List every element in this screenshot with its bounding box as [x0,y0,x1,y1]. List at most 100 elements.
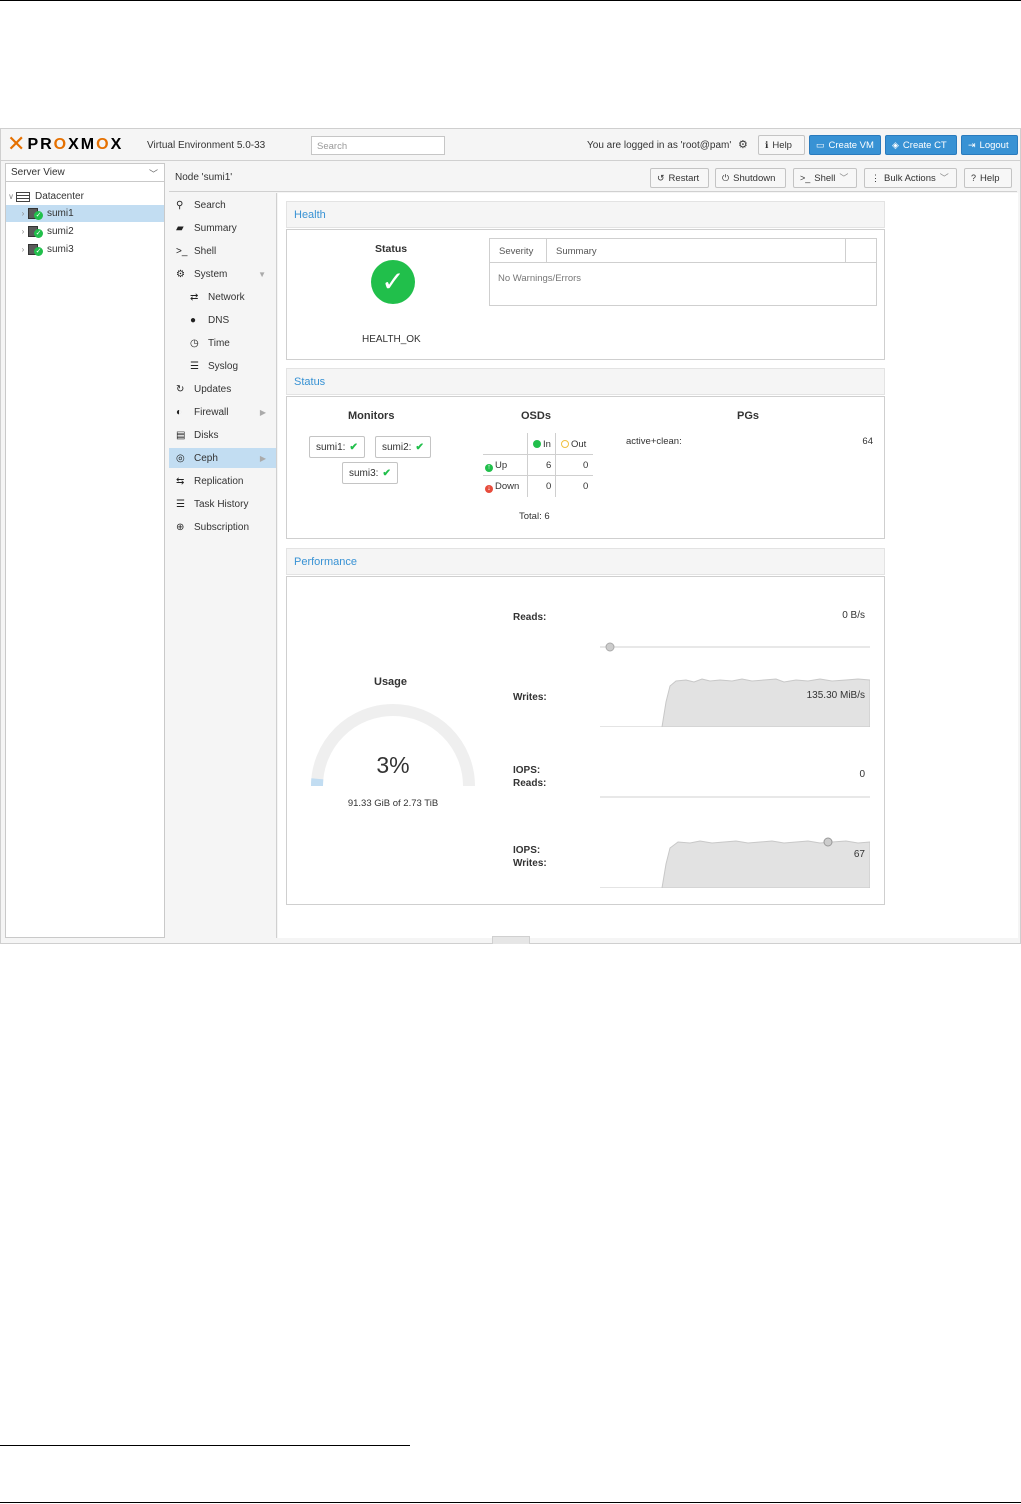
bulk-actions-button[interactable]: ⋮ Bulk Actions ﹀ [864,168,957,188]
pgs-label: PGs [737,410,760,422]
monitor-sumi1[interactable]: sumi1: ✔ [309,436,365,458]
proxmox-window: ✕ PROXMOX Virtual Environment 5.0-33 Sea… [0,128,1021,944]
osd-down-out: 0 [583,481,589,492]
arrow-up-circle-icon: ↑ [485,464,493,472]
undo-icon: ↺ [657,172,665,183]
health-panel: Status ✓ HEALTH_OK Severity Summary No W… [286,229,885,360]
search-icon: ⚲ [176,199,184,211]
cube-icon: ◈ [892,139,899,150]
help-button[interactable]: ℹ Help [758,135,805,155]
iops-writes-label: IOPS: Writes: [513,845,547,869]
expand-icon[interactable]: › [18,209,28,218]
nav-search[interactable]: ⚲ Search [169,195,276,215]
monitor-sumi2[interactable]: sumi2: ✔ [375,436,431,458]
collapse-icon[interactable]: ▼ [258,270,266,279]
node-title: Node 'sumi1' [175,172,233,183]
nav-task-history[interactable]: ☰ Task History [169,494,276,514]
gear-icon[interactable]: ⚙ [738,138,748,151]
expand-icon[interactable]: ▶ [260,408,266,417]
nav-updates[interactable]: ↻ Updates [169,379,276,399]
node-online-icon: ✓ [28,208,43,220]
restart-button[interactable]: ↺ Restart [650,168,709,188]
iops-writes-sparkline [600,837,870,888]
nav-firewall[interactable]: ◐ Firewall ▶ [169,402,276,422]
create-vm-button[interactable]: ▭ Create VM [809,135,881,155]
logout-button[interactable]: ⇥ Logout [961,135,1018,155]
arrow-down-circle-icon: ↓ [485,485,493,493]
tree-item-datacenter[interactable]: ∨ Datacenter [6,188,164,205]
expand-icon[interactable]: › [18,245,28,254]
list-icon: ☰ [176,498,185,510]
datacenter-icon [16,191,30,202]
node-online-icon: ✓ [28,226,43,238]
node-toolbar: Node 'sumi1' ↺ Restart ⏻ Shutdown >_ Shell ﹀… [169,163,1017,192]
shutdown-button[interactable]: ⏻ Shutdown [715,168,786,188]
usage-label: Usage [374,676,408,688]
create-ct-button[interactable]: ◈ Create CT [885,135,957,155]
health-warnings-grid: Severity Summary No Warnings/Errors [489,238,877,306]
usage-detail: 91.33 GiB of 2.73 TiB [347,798,439,809]
question-icon: ? [971,172,977,183]
reads-label: Reads: [513,612,547,623]
splitter-handle[interactable] [492,936,530,944]
check-icon: ✔ [349,442,358,453]
nav-ceph[interactable]: ◎ Ceph ▶ [169,448,276,468]
logo-wordmark: PROXMOX [27,136,124,153]
expand-icon[interactable]: › [18,227,28,236]
shield-icon: ◐ [176,406,183,418]
tree-item-sumi3[interactable]: › ✓ sumi3 [6,241,164,258]
usage-percent: 3% [376,752,410,778]
nav-system[interactable]: ⚙ System ▼ [169,264,276,284]
nav-summary[interactable]: ▰ Summary [169,218,276,238]
ellipsis-icon: ⋮ [871,172,880,183]
health-status-value: HEALTH_OK [362,334,421,345]
out-dot-icon [561,440,569,448]
iops-writes-value: 67 [853,849,865,860]
hover-marker [823,837,833,847]
sign-out-icon: ⇥ [968,139,976,150]
writes-label: Writes: [513,692,547,703]
ceph-icon: ◎ [176,452,185,464]
list-icon: ☰ [190,360,199,372]
health-panel-header: Health [286,201,885,228]
chevron-down-icon: ﹀ [939,172,949,183]
search-input[interactable]: Search [311,136,445,155]
nav-syslog[interactable]: ☰ Syslog [169,356,276,376]
support-icon: ⊕ [176,521,185,533]
proxmox-logo: ✕ PROXMOX [7,134,123,156]
view-selector[interactable]: Server View ﹀ [6,164,164,182]
refresh-icon: ↻ [176,383,185,395]
terminal-icon: >_ [800,172,811,183]
globe-icon: ● [190,314,197,326]
check-icon: ✔ [382,468,391,479]
writes-value: 135.30 MiB/s [806,690,865,701]
expand-icon[interactable]: ▶ [260,454,266,463]
osd-up-in: 6 [546,460,552,471]
osd-up-out: 0 [583,460,589,471]
tree-item-sumi2[interactable]: › ✓ sumi2 [6,223,164,240]
footnote-rule [0,1445,410,1446]
node-help-button[interactable]: ? Help [964,168,1012,188]
info-icon: ℹ [765,139,769,150]
terminal-icon: >_ [176,245,188,257]
nav-dns[interactable]: ● DNS [169,310,276,330]
version-label: Virtual Environment 5.0-33 [147,140,266,151]
shell-button[interactable]: >_ Shell ﹀ [793,168,857,188]
health-status-label: Status [375,243,408,255]
tree-item-sumi1[interactable]: › ✓ sumi1 [6,205,164,222]
nav-network[interactable]: ⇄ Network [169,287,276,307]
chevron-down-icon: ﹀ [839,172,849,183]
nav-disks[interactable]: ▤ Disks [169,425,276,445]
exchange-icon: ⇄ [190,291,199,303]
expand-icon[interactable]: ∨ [6,192,16,201]
column-header-summary[interactable]: Summary [547,239,846,262]
column-header-severity[interactable]: Severity [490,239,547,262]
nav-replication[interactable]: ⇆ Replication [169,471,276,491]
nav-subscription[interactable]: ⊕ Subscription [169,517,276,537]
nav-shell[interactable]: >_ Shell [169,241,276,261]
page-rule-bottom [0,1502,1021,1503]
status-panel-header: Status [286,368,885,395]
nav-time[interactable]: ◷ Time [169,333,276,353]
monitor-sumi3[interactable]: sumi3: ✔ [342,462,398,484]
tree-label: sumi2 [47,226,74,237]
